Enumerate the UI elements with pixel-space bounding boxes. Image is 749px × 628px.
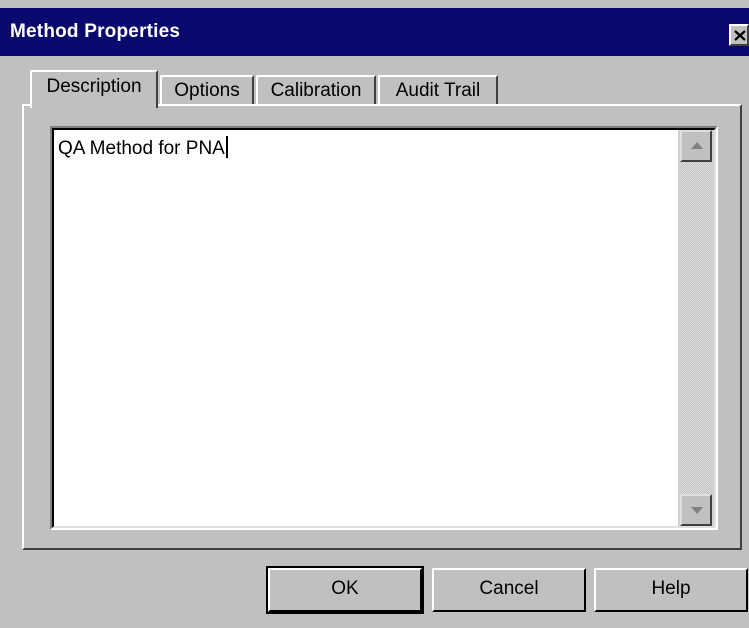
ok-button[interactable]: OK bbox=[266, 566, 424, 614]
tab-calibration[interactable]: Calibration bbox=[256, 75, 376, 105]
scroll-down-button[interactable] bbox=[680, 494, 712, 526]
window-title: Method Properties bbox=[10, 21, 181, 42]
scroll-up-button[interactable] bbox=[680, 130, 712, 162]
tab-label: Description bbox=[46, 76, 142, 97]
description-textarea[interactable]: QA Method for PNA bbox=[50, 126, 718, 530]
tab-label: Calibration bbox=[270, 80, 362, 101]
cancel-button[interactable]: Cancel bbox=[432, 568, 586, 612]
help-button[interactable]: Help bbox=[594, 568, 748, 612]
arrow-down-icon bbox=[691, 507, 703, 514]
tab-label: Audit Trail bbox=[395, 80, 481, 101]
tab-audit-trail[interactable]: Audit Trail bbox=[378, 75, 498, 105]
method-properties-dialog: Method Properties Description Options Ca… bbox=[0, 0, 749, 628]
tab-label: Options bbox=[174, 80, 240, 101]
vertical-scrollbar[interactable] bbox=[678, 130, 714, 526]
tab-description[interactable]: Description bbox=[30, 70, 158, 108]
title-bar[interactable]: Method Properties bbox=[0, 8, 749, 56]
tab-options[interactable]: Options bbox=[160, 75, 254, 105]
close-button[interactable] bbox=[729, 24, 749, 46]
arrow-up-icon bbox=[691, 142, 703, 149]
description-text: QA Method for PNA bbox=[58, 138, 225, 159]
text-caret bbox=[225, 136, 228, 158]
close-icon bbox=[734, 30, 746, 41]
